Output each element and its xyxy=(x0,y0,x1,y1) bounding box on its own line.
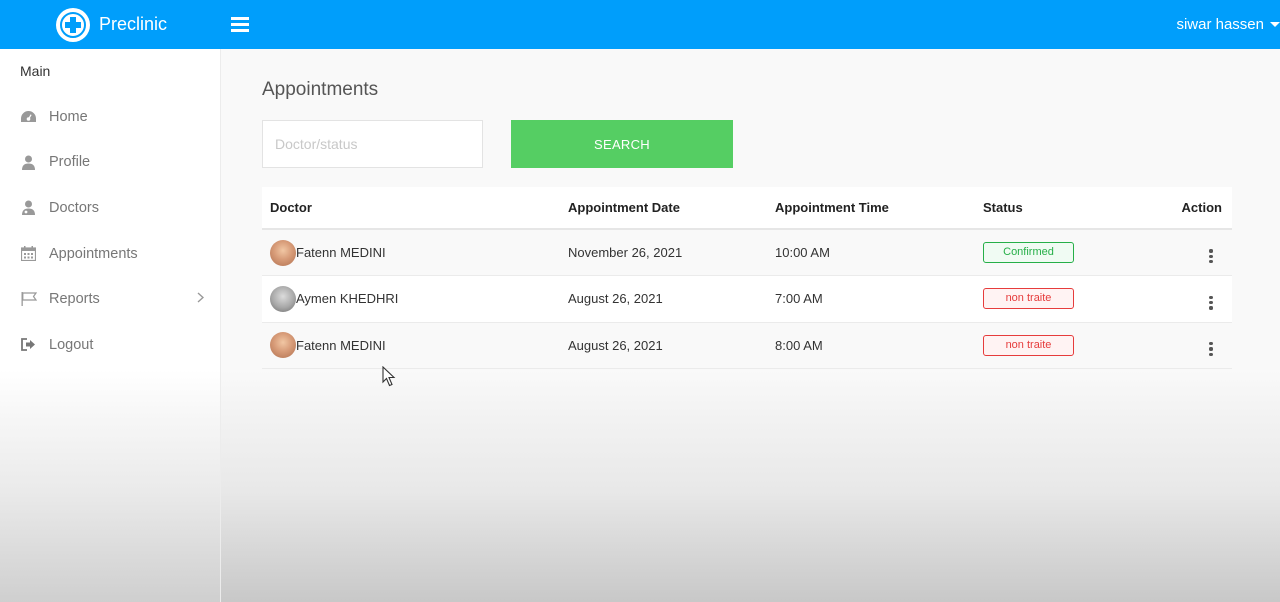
column-header-time[interactable]: Appointment Time xyxy=(767,187,975,229)
search-input[interactable] xyxy=(262,120,483,168)
search-button[interactable]: SEARCH xyxy=(511,120,733,168)
table-row: Fatenn MEDINI August 26, 2021 8:00 AM no… xyxy=(262,322,1232,369)
appointment-time: 7:00 AM xyxy=(775,291,823,307)
sidebar-item-label: Logout xyxy=(49,336,94,353)
more-vertical-icon[interactable] xyxy=(1205,248,1217,264)
sidebar-item-doctors[interactable]: Doctors xyxy=(0,185,220,231)
sidebar-item-logout[interactable]: Logout xyxy=(0,322,220,368)
menu-toggle-button[interactable] xyxy=(228,13,252,37)
dashboard-icon xyxy=(20,108,37,125)
sidebar-item-label: Home xyxy=(49,108,88,125)
doctor-icon xyxy=(20,199,37,216)
table-row: Aymen KHEDHRI August 26, 2021 7:00 AM no… xyxy=(262,276,1232,322)
logout-icon xyxy=(20,336,37,353)
column-header-status[interactable]: Status xyxy=(975,187,1135,229)
column-header-doctor[interactable]: Doctor xyxy=(262,187,560,229)
sidebar-item-label: Doctors xyxy=(49,199,99,216)
sidebar-item-label: Appointments xyxy=(49,245,138,262)
status-badge: non traite xyxy=(983,334,1074,356)
main-content: Appointments SEARCH Doctor Appointment D… xyxy=(221,49,1280,602)
top-navbar: Preclinic siwar hassen xyxy=(0,0,1280,49)
appointment-time: 10:00 AM xyxy=(775,245,830,260)
appointments-table: Doctor Appointment Date Appointment Time… xyxy=(262,187,1232,369)
column-header-action: Action xyxy=(1181,200,1222,215)
sidebar: Main Home Profile Doctors Appointments R… xyxy=(0,49,221,602)
more-vertical-icon[interactable] xyxy=(1205,295,1217,311)
medical-cross-icon xyxy=(56,7,90,42)
doctor-name[interactable]: Fatenn MEDINI xyxy=(296,245,386,260)
doctor-name[interactable]: Fatenn MEDINI xyxy=(296,338,386,353)
sidebar-item-home[interactable]: Home xyxy=(0,94,220,140)
table-row: Fatenn MEDINI November 26, 2021 10:00 AM… xyxy=(262,229,1232,276)
caret-down-icon xyxy=(1270,22,1280,27)
sidebar-item-label: Reports xyxy=(49,291,100,308)
flag-icon xyxy=(20,291,37,308)
sidebar-section-title: Main xyxy=(20,63,51,79)
app-logo[interactable]: Preclinic xyxy=(56,7,226,42)
doctor-name[interactable]: Aymen KHEDHRI xyxy=(296,291,398,306)
more-vertical-icon[interactable] xyxy=(1205,341,1217,357)
sidebar-item-label: Profile xyxy=(49,154,91,171)
appointment-time: 8:00 AM xyxy=(775,337,823,353)
sidebar-item-appointments[interactable]: Appointments xyxy=(0,231,220,277)
column-header-date[interactable]: Appointment Date xyxy=(560,187,767,229)
chevron-right-icon xyxy=(197,291,205,307)
sidebar-item-reports[interactable]: Reports xyxy=(0,276,220,322)
table-header-row: Doctor Appointment Date Appointment Time… xyxy=(262,187,1232,229)
sidebar-item-profile[interactable]: Profile xyxy=(0,140,220,186)
appointment-date: August 26, 2021 xyxy=(568,291,663,307)
app-name: Preclinic xyxy=(99,14,168,34)
user-icon xyxy=(20,154,37,171)
status-badge: Confirmed xyxy=(983,242,1074,263)
mouse-cursor-icon xyxy=(382,366,396,387)
hamburger-icon xyxy=(231,17,249,32)
appointment-date: November 26, 2021 xyxy=(568,245,683,260)
user-menu[interactable]: siwar hassen xyxy=(1176,0,1280,49)
page-title: Appointments xyxy=(262,79,379,100)
avatar xyxy=(270,332,296,359)
user-name: siwar hassen xyxy=(1176,16,1264,33)
avatar xyxy=(270,239,296,266)
status-badge: non traite xyxy=(983,288,1074,310)
calendar-icon xyxy=(20,245,37,262)
appointment-date: August 26, 2021 xyxy=(568,337,663,353)
avatar xyxy=(270,285,296,312)
